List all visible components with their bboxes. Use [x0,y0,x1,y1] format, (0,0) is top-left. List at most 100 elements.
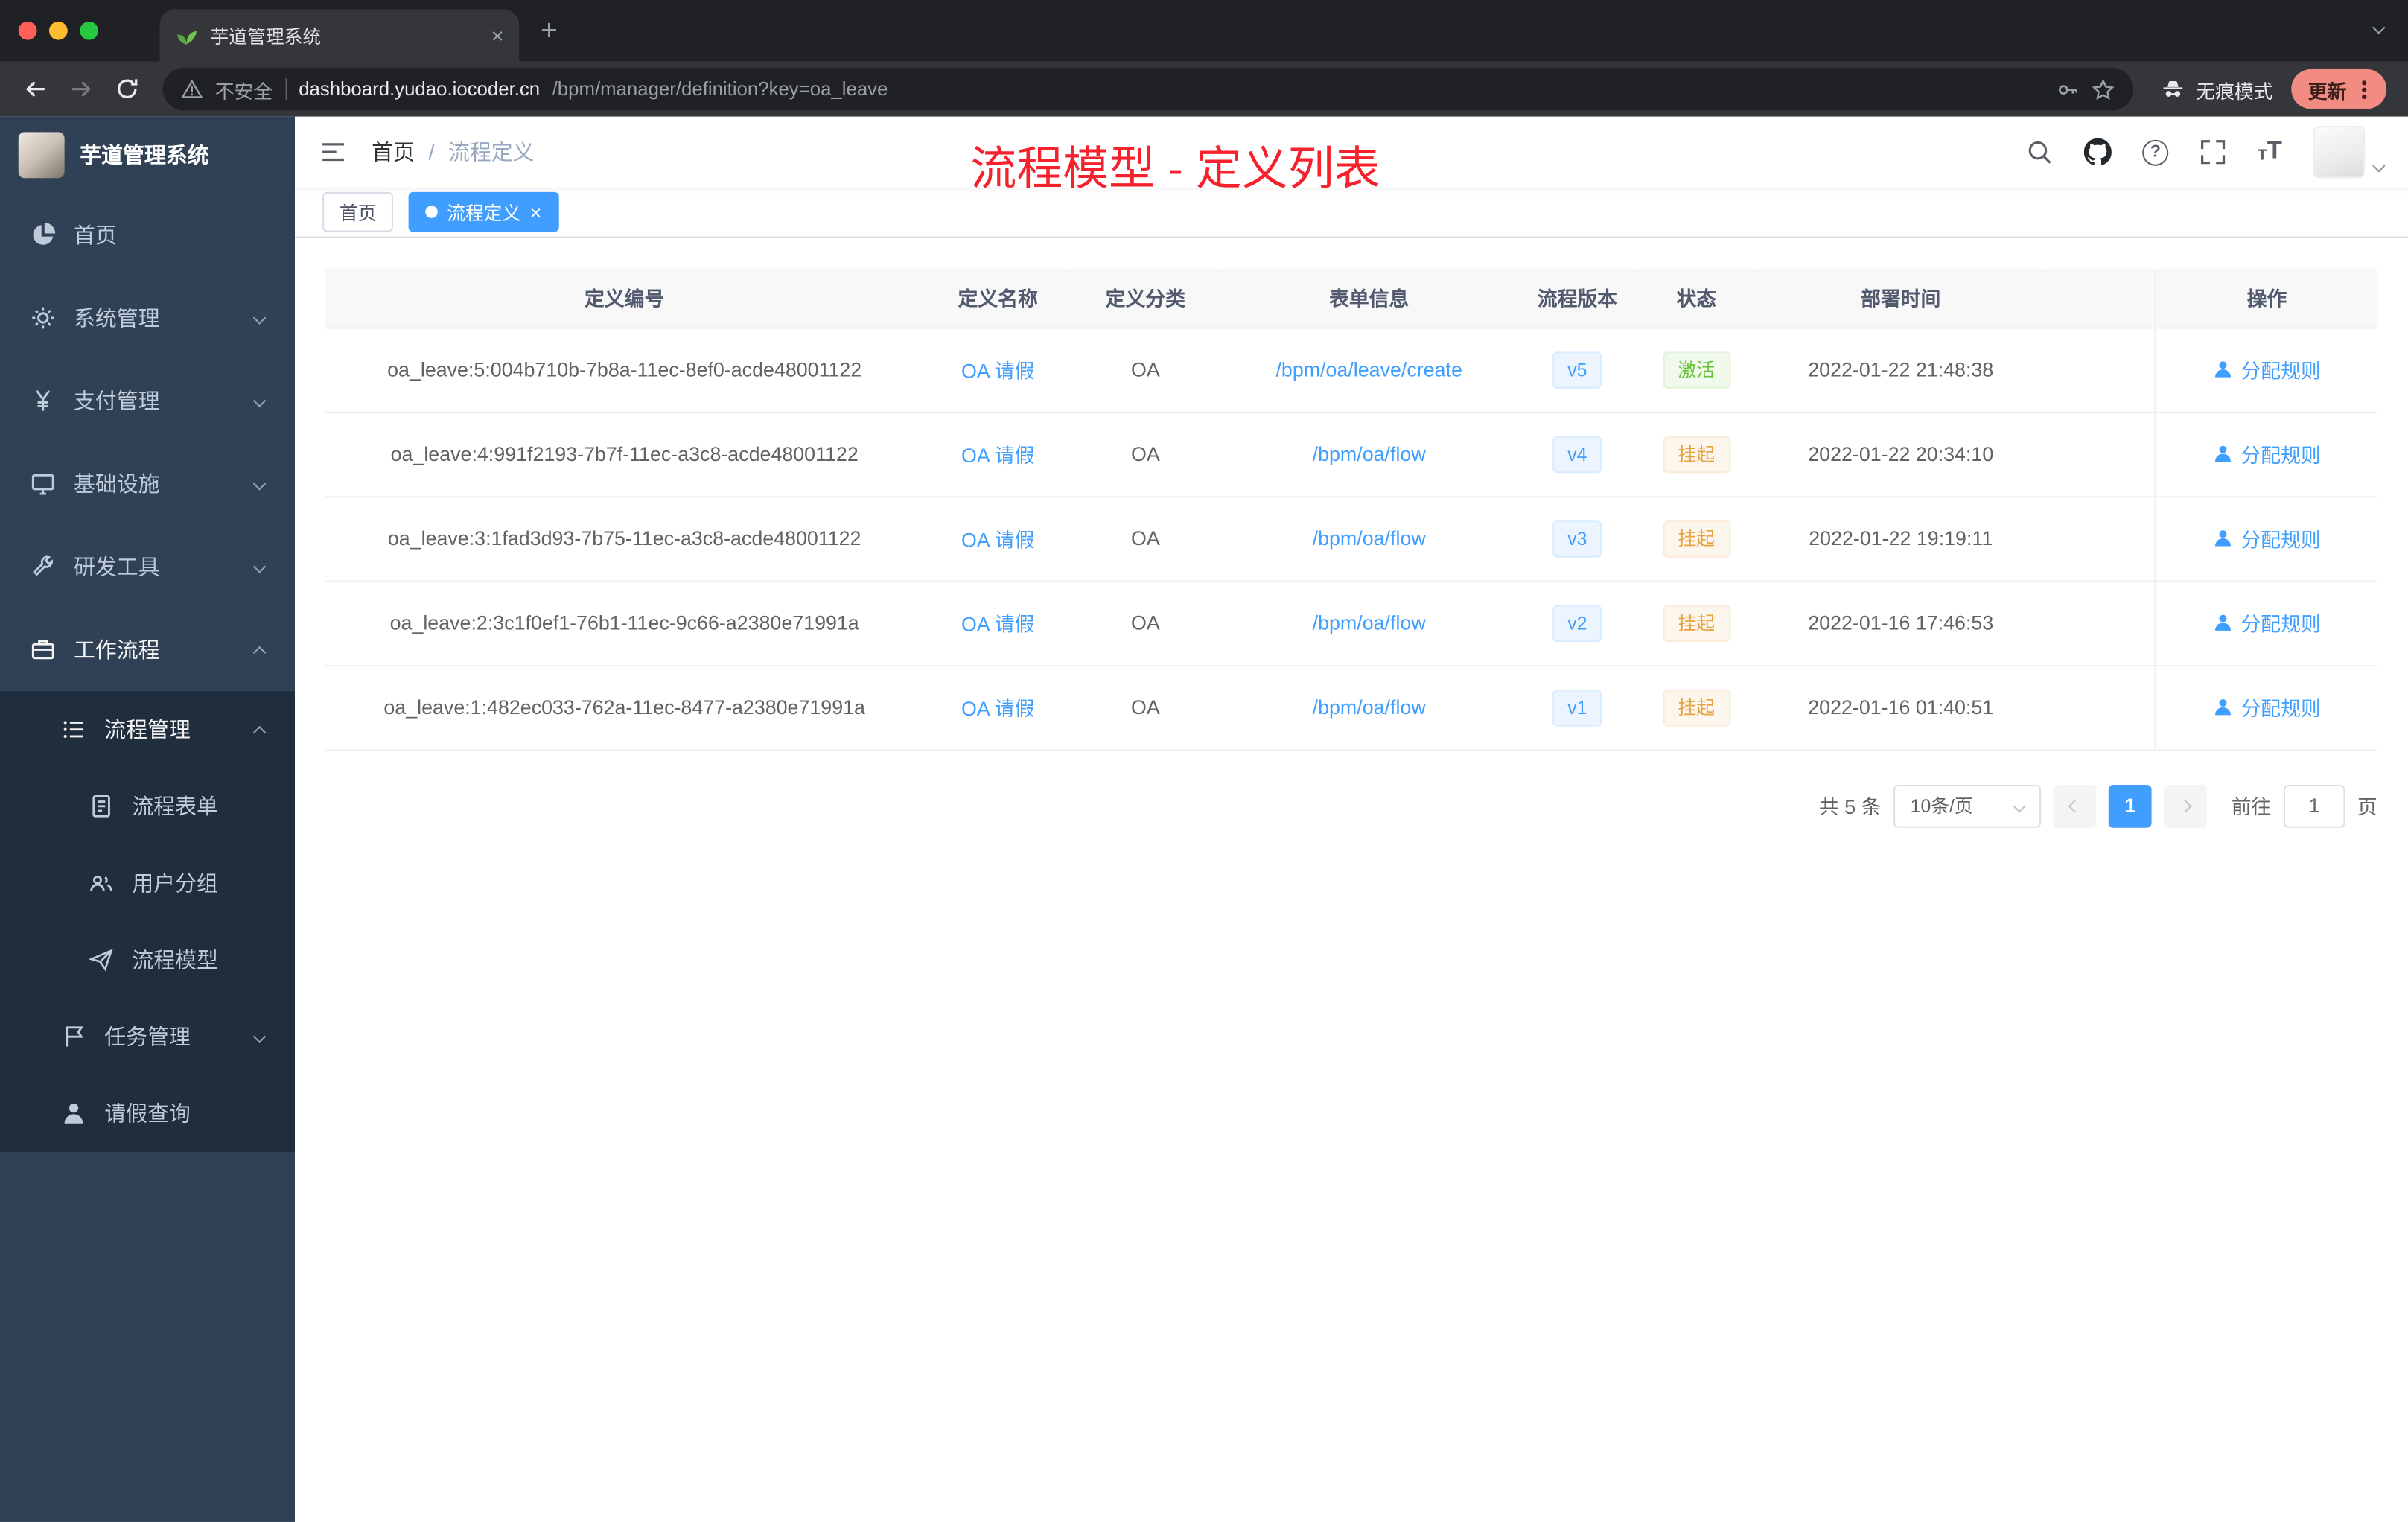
security-label: 不安全 [214,80,273,103]
new-tab-button[interactable] [541,16,558,45]
assign-rule-button[interactable]: 分配规则 [2213,608,2321,637]
definition-name-link[interactable]: OA 请假 [961,613,1034,636]
kebab-menu-icon[interactable] [2362,86,2367,92]
next-page-button[interactable] [2163,783,2207,827]
tab-close-icon[interactable] [491,25,504,46]
sidebar-item-leave-query[interactable]: 请假查询 [0,1074,295,1152]
definition-name-link[interactable]: OA 请假 [961,444,1034,467]
gear-icon [32,307,54,329]
page-size-select[interactable]: 10条/页 [1893,783,2041,827]
sidebar-item-process-model[interactable]: 流程模型 [0,921,295,999]
chevron-down-icon [252,560,267,573]
reload-button[interactable] [107,69,147,109]
incognito-badge: 无痕模式 [2161,74,2273,104]
site-favicon [177,30,197,45]
user-group-icon [90,875,112,891]
logo-image [18,132,65,179]
incognito-label: 无痕模式 [2196,80,2273,103]
update-button[interactable]: 更新 [2291,69,2387,109]
sidebar-item-infrastructure[interactable]: 基础设施 [0,442,295,525]
browser-tab[interactable]: 芋道管理系统 [159,9,520,62]
deploy-time: 2022-01-16 01:40:51 [1808,695,1994,719]
zoom-window-button[interactable] [80,21,98,40]
active-dot [425,206,438,218]
search-icon[interactable] [2026,138,2054,166]
close-window-button[interactable] [18,21,37,40]
prev-page-button[interactable] [2053,783,2097,827]
tag-process-definition[interactable]: 流程定义 [408,191,558,232]
assign-rule-button[interactable]: 分配规则 [2213,439,2321,468]
definition-name-link[interactable]: OA 请假 [961,697,1034,720]
avatar[interactable] [2313,126,2366,179]
category-value: OA [1130,611,1160,634]
dashboard-icon [33,223,56,245]
category-value: OA [1130,442,1160,465]
sidebar-item-home[interactable]: 首页 [0,194,295,276]
sidebar-item-dev-tools[interactable]: 研发工具 [0,525,295,608]
definition-name-link[interactable]: OA 请假 [961,529,1034,552]
sidebar-item-payment-mgmt[interactable]: 支付管理 [0,360,295,442]
hamburger-icon[interactable] [295,117,372,188]
tag-home[interactable]: 首页 [322,191,394,232]
sidebar-item-process-mgmt[interactable]: 流程管理 [0,691,295,768]
chevron-down-icon [252,394,267,408]
font-size-icon[interactable] [2258,140,2282,165]
app-logo[interactable]: 芋道管理系统 [0,117,295,194]
sidebar-item-user-group[interactable]: 用户分组 [0,844,295,922]
tags-view: 首页 流程定义 [295,187,2408,238]
page-number-button[interactable]: 1 [2108,783,2152,827]
goto-page-input[interactable] [2283,783,2345,827]
sidebar-item-label: 基础设施 [74,471,160,497]
help-icon[interactable] [2142,138,2169,165]
user-menu[interactable] [2313,126,2386,179]
form-link[interactable]: /bpm/oa/flow [1313,695,1426,719]
chevron-down-icon[interactable] [2372,159,2386,173]
sidebar-item-workflow[interactable]: 工作流程 [0,608,295,691]
back-button[interactable] [16,69,56,109]
breadcrumb: 首页 流程定义 [372,137,534,168]
chevron-up-icon [252,725,267,739]
form-link[interactable]: /bpm/oa/flow [1313,526,1426,550]
paper-plane-icon [89,949,113,972]
tab-search-icon[interactable] [2372,21,2386,34]
tag-label: 流程定义 [447,202,521,224]
version-tag: v2 [1552,604,1603,642]
github-icon[interactable] [2084,138,2112,166]
header-actions [2026,126,2408,179]
form-link[interactable]: /bpm/oa/leave/create [1275,358,1462,381]
key-icon[interactable] [2057,77,2080,101]
breadcrumb-home[interactable]: 首页 [372,137,415,168]
status-tag: 挂起 [1662,520,1730,557]
sidebar-item-system-mgmt[interactable]: 系统管理 [0,276,295,359]
category-value: OA [1130,526,1160,550]
screenshot-root: 芋道管理系统 不安全 dashboard.yudao.iocoder.cn/bp… [0,0,2408,1522]
tag-close-icon[interactable] [530,202,542,222]
sidebar-item-task-mgmt[interactable]: 任务管理 [0,998,295,1075]
chevron-down-icon [252,1030,267,1043]
forward-button[interactable] [62,69,102,109]
assign-rule-button[interactable]: 分配规则 [2213,354,2321,383]
omnibox-divider [284,78,287,101]
assign-rule-button[interactable]: 分配规则 [2213,692,2321,722]
bookmark-star-icon[interactable] [2092,77,2115,101]
address-bar[interactable]: 不安全 dashboard.yudao.iocoder.cn/bpm/manag… [162,67,2133,111]
incognito-icon [2163,80,2183,97]
app-header: 首页 流程定义 [295,116,2408,188]
briefcase-icon [31,640,54,660]
breadcrumb-current: 流程定义 [448,139,535,165]
definition-name-link[interactable]: OA 请假 [961,360,1034,383]
user-icon [2215,614,2232,631]
url-host: dashboard.yudao.iocoder.cn [299,78,541,101]
version-tag: v3 [1552,520,1603,557]
assign-rule-button[interactable]: 分配规则 [2213,523,2321,553]
status-tag: 挂起 [1662,604,1730,642]
yen-icon [36,390,51,411]
status-tag: 挂起 [1662,689,1730,726]
form-link[interactable]: /bpm/oa/flow [1313,611,1426,634]
fullscreen-icon[interactable] [2200,138,2227,166]
minimize-window-button[interactable] [49,21,68,40]
definition-id: oa_leave:4:991f2193-7b7f-11ec-a3c8-acde4… [390,442,859,465]
user-icon [2215,699,2232,716]
sidebar-item-process-form[interactable]: 流程表单 [0,768,295,845]
form-link[interactable]: /bpm/oa/flow [1313,442,1426,465]
